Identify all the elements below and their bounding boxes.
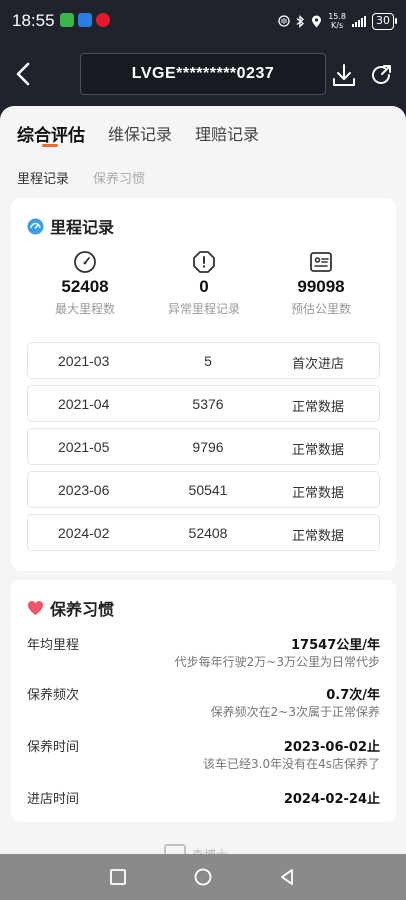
weibo-icon (96, 13, 110, 27)
active-tab-indicator (42, 144, 58, 147)
speedometer-icon (27, 218, 44, 234)
share-icon[interactable] (368, 62, 394, 88)
location-icon (312, 15, 322, 27)
signal-icon (352, 15, 366, 27)
battery-icon: 30 (372, 12, 397, 30)
tab-overall-assessment[interactable]: 综合评估 (17, 121, 85, 146)
status-right: 15.8 K/s 30 (278, 12, 397, 30)
mileage-row-km: 5376 (192, 396, 224, 412)
stat-label: 预估公里数 (290, 302, 351, 316)
mileage-row: 2023-06 50541 正常数据 (27, 471, 380, 508)
stat-estimated-km: 99098 预估公里数 (261, 250, 381, 317)
mileage-stats: 52408 最大里程数 0 异常里程记录 99098 预估公里数 (11, 250, 396, 322)
stat-value: 0 (199, 277, 209, 296)
subtab-maintenance-habit[interactable]: 保养习惯 (93, 168, 145, 187)
vin-text: LVGE*********0237 (131, 65, 275, 82)
habit-desc: 该车已经3.0年没有在4s店保养了 (203, 757, 380, 771)
sub-tabs: 里程记录 保养习惯 (0, 156, 406, 196)
tab-claim-records[interactable]: 理赔记录 (195, 121, 259, 145)
gauge-icon (74, 251, 96, 273)
habit-value: 2024-02-24止 (283, 792, 380, 807)
notification-icons (60, 13, 110, 27)
mileage-row-status: 正常数据 (292, 443, 345, 458)
mileage-card-title: 里程记录 (27, 214, 114, 238)
content-sheet: 综合评估 维保记录 理赔记录 里程记录 保养习惯 里程记录 52408 最大里程… (0, 106, 406, 862)
nav-bar: LVGE*********0237 (0, 42, 406, 106)
mileage-row-km: 50541 (188, 482, 228, 498)
habit-value: 2023-06-02止 (283, 740, 380, 755)
mileage-row-status: 首次进店 (292, 357, 345, 372)
mileage-row-km: 52408 (188, 525, 228, 541)
mileage-row-status: 正常数据 (292, 529, 345, 544)
mileage-row-status: 正常数据 (292, 400, 345, 415)
stat-value: 52408 (61, 277, 109, 296)
maintenance-habit-card: 保养习惯 年均里程 17547公里/年 代步每年行驶2万~3万公里为日常代步 保… (11, 580, 396, 822)
wechat-icon (60, 13, 74, 27)
ticket-app-icon (78, 13, 92, 27)
habit-desc: 保养频次在2~3次属于正常保养 (210, 705, 380, 719)
stat-abnormal-records: 0 异常里程记录 (144, 250, 264, 317)
net-speed-value: 15.8 (328, 12, 346, 21)
mileage-row: 2024-02 52408 正常数据 (27, 514, 380, 551)
vin-display: LVGE*********0237 (80, 53, 326, 95)
mileage-row-date: 2021-03 (58, 353, 110, 369)
home-icon[interactable] (193, 867, 213, 887)
bluetooth-icon (296, 14, 305, 28)
tab-maintenance-records[interactable]: 维保记录 (108, 121, 172, 145)
mileage-card: 里程记录 52408 最大里程数 0 异常里程记录 99098 预估公里数 20… (11, 198, 396, 571)
mileage-row-date: 2021-05 (58, 439, 110, 455)
net-speed-unit: K/s (331, 21, 344, 30)
mileage-row: 2021-05 9796 正常数据 (27, 428, 380, 465)
alert-octagon-icon (193, 251, 215, 273)
mileage-row-status: 正常数据 (292, 486, 345, 501)
habit-desc: 代步每年行驶2万~3万公里为日常代步 (174, 655, 380, 669)
system-nav-bar (0, 854, 406, 900)
mileage-row-date: 2021-04 (58, 396, 110, 412)
heart-icon (27, 600, 44, 615)
back-arrow-icon[interactable] (10, 60, 38, 88)
stat-label: 异常里程记录 (167, 302, 240, 316)
mileage-card-title-text: 里程记录 (50, 218, 115, 237)
habit-label: 保养频次 (27, 688, 80, 703)
stat-label: 最大里程数 (54, 302, 115, 316)
stat-max-mileage: 52408 最大里程数 (25, 250, 145, 317)
subtab-mileage[interactable]: 里程记录 (17, 168, 69, 187)
habit-label: 进店时间 (27, 792, 80, 807)
habit-card-title: 保养习惯 (27, 596, 114, 620)
stat-value: 99098 (297, 277, 345, 296)
mileage-row-date: 2024-02 (58, 525, 110, 541)
vibrate-icon (278, 15, 290, 27)
habit-label: 年均里程 (27, 638, 80, 653)
status-bar: 18:55 15.8 K/s 30 (0, 0, 406, 42)
habit-value: 17547公里/年 (291, 638, 380, 653)
status-time: 18:55 (12, 11, 55, 30)
main-tabs: 综合评估 维保记录 理赔记录 (0, 106, 406, 156)
mileage-row: 2021-04 5376 正常数据 (27, 385, 380, 422)
mileage-row-date: 2023-06 (58, 482, 110, 498)
recent-apps-icon[interactable] (108, 867, 128, 887)
download-icon[interactable] (331, 62, 357, 88)
habit-label: 保养时间 (27, 740, 80, 755)
mileage-row-km: 9796 (192, 439, 224, 455)
mileage-row: 2021-03 5 首次进店 (27, 342, 380, 379)
mileage-row-km: 5 (204, 353, 212, 369)
back-triangle-icon[interactable] (277, 867, 297, 887)
id-card-icon (310, 252, 332, 272)
habit-value: 0.7次/年 (326, 688, 380, 703)
habit-card-title-text: 保养习惯 (50, 600, 115, 619)
net-speed: 15.8 K/s (328, 12, 346, 30)
